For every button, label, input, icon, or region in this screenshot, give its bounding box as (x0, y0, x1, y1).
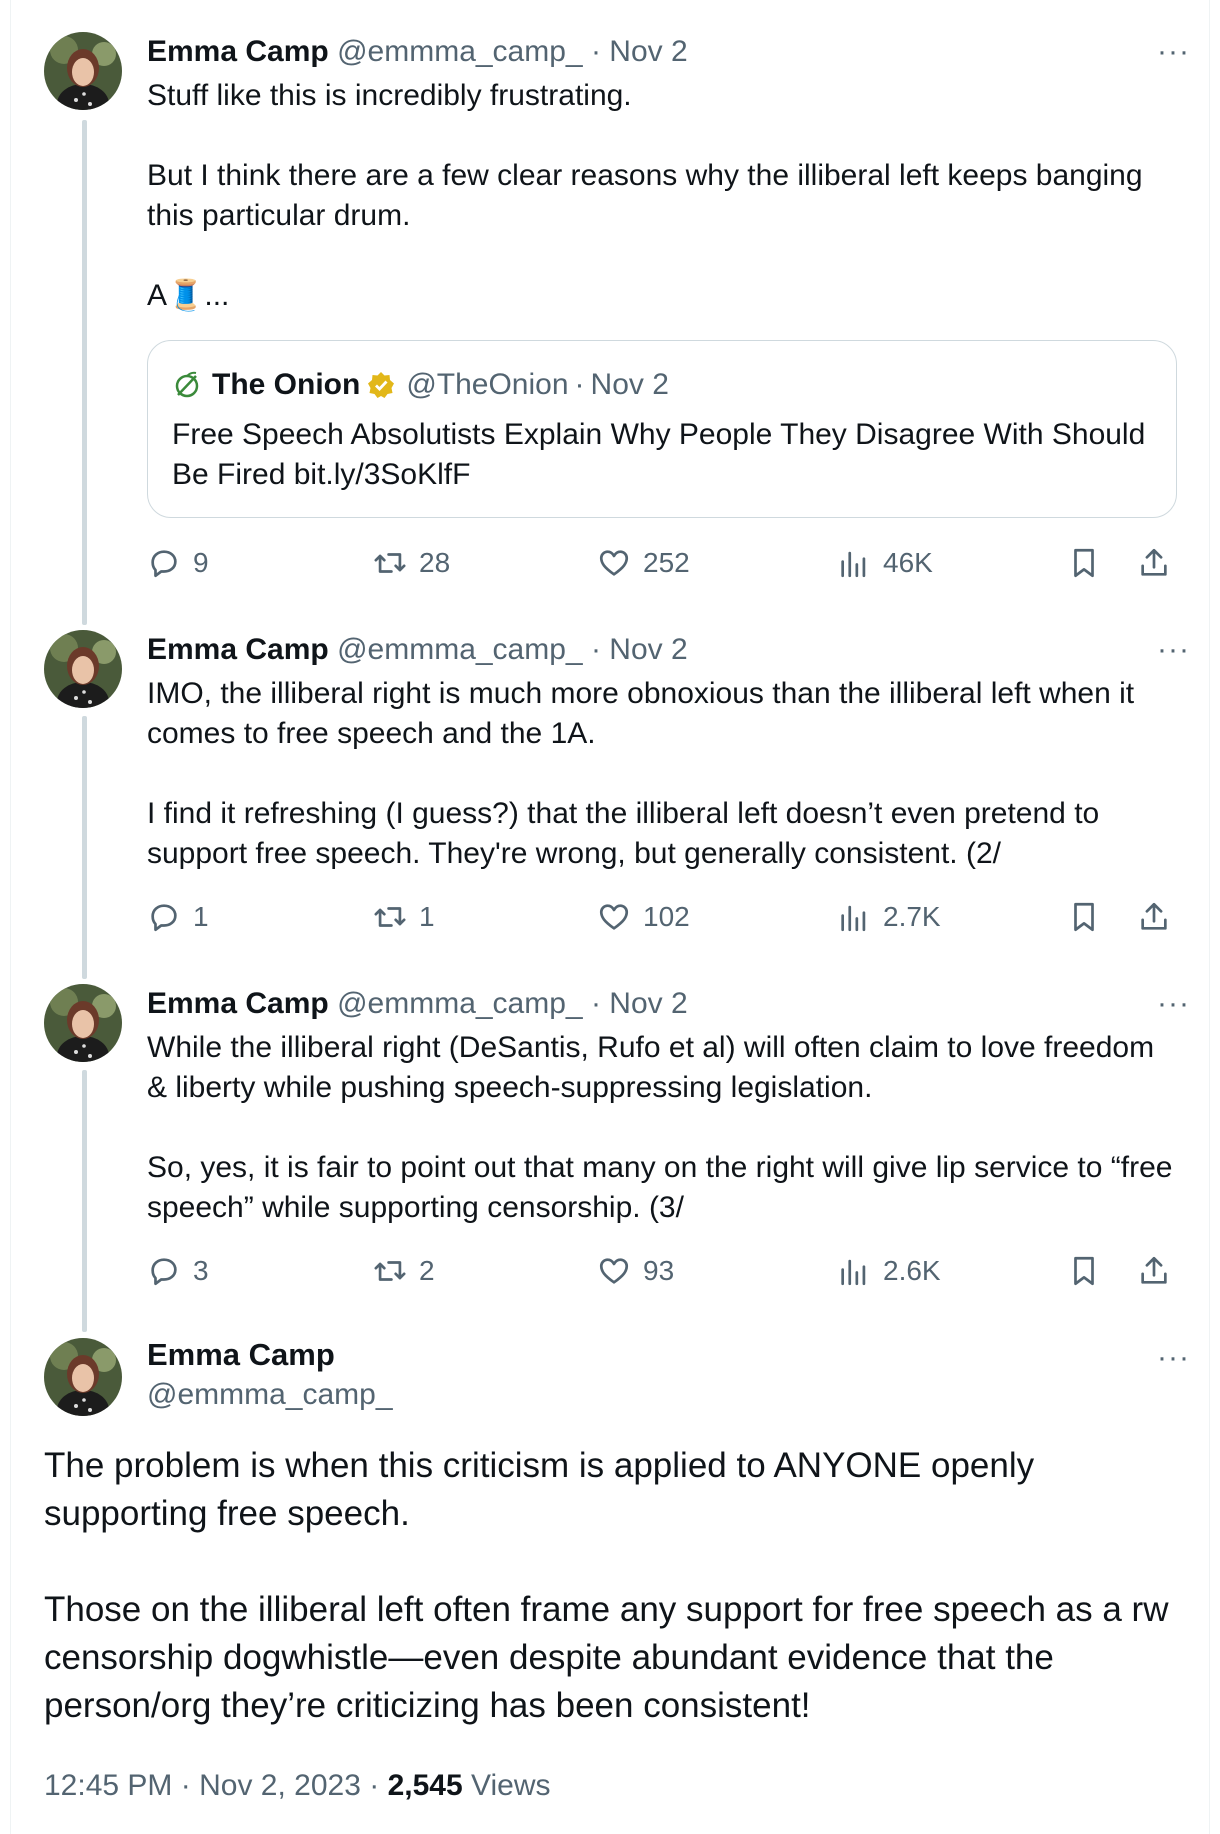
reply-count: 1 (193, 901, 209, 932)
repost-button[interactable]: 2 (373, 1254, 435, 1288)
like-button[interactable]: 252 (597, 546, 690, 580)
repost-button[interactable]: 28 (373, 546, 450, 580)
separator: · (590, 35, 601, 68)
quoted-tweet-text: Free Speech Absolutists Explain Why Peop… (172, 418, 1146, 491)
avatar[interactable] (44, 630, 122, 708)
display-name[interactable]: Emma Camp (147, 987, 329, 1020)
heart-icon (599, 904, 629, 930)
username[interactable]: @emmma_camp_ (337, 987, 583, 1020)
share-button[interactable] (1137, 1254, 1171, 1288)
views-button[interactable]: 46K (837, 546, 933, 580)
tweet-date[interactable]: Nov 2 (609, 35, 687, 68)
separator: · (590, 633, 601, 666)
avatar[interactable] (44, 984, 122, 1062)
thread-connector (82, 1070, 87, 1332)
tweet-text: While the illiberal right (DeSantis, Ruf… (147, 1031, 1173, 1224)
tweet-time[interactable]: 12:45 PM (44, 1769, 172, 1802)
views-button[interactable]: 2.7K (837, 900, 941, 934)
like-button[interactable]: 102 (597, 900, 690, 934)
heart-icon (599, 550, 629, 576)
separator: · (574, 368, 585, 401)
reply-button[interactable]: 1 (147, 900, 209, 934)
bookmark-icon (1074, 548, 1094, 578)
username[interactable]: @emmma_camp_ (337, 35, 583, 68)
display-name[interactable]: Emma Camp (147, 633, 329, 666)
bookmark-icon (1074, 902, 1094, 932)
display-name[interactable]: Emma Camp (147, 35, 329, 68)
quoted-tweet[interactable]: The Onion @TheOnion · Nov 2 Free Speech … (147, 340, 1177, 518)
analytics-icon (841, 905, 866, 932)
share-icon (1141, 902, 1167, 930)
views-label: Views (471, 1769, 551, 1802)
quoted-date: Nov 2 (590, 368, 669, 401)
quoted-display-name: The Onion (212, 368, 361, 401)
thread-connector (82, 120, 87, 625)
tweet-header: Emma Camp @emmma_camp_ · Nov 2 (147, 34, 688, 70)
username[interactable]: @emmma_camp_ (337, 633, 583, 666)
avatar[interactable] (44, 1338, 122, 1416)
tweet-full-date[interactable]: Nov 2, 2023 (199, 1769, 361, 1802)
view-count: 2.6K (883, 1255, 941, 1286)
share-icon (1141, 548, 1167, 576)
tweet-text: Stuff like this is incredibly frustratin… (147, 79, 1143, 312)
separator: · (180, 1769, 191, 1802)
more-options-icon[interactable]: ··· (1157, 989, 1190, 1019)
more-options-icon[interactable]: ··· (1157, 635, 1190, 665)
thread-connector (82, 716, 87, 979)
repost-count: 1 (419, 901, 435, 932)
tweet-date[interactable]: Nov 2 (609, 633, 687, 666)
main-tweet-text: The problem is when this criticism is ap… (44, 1446, 1169, 1725)
reply-count: 9 (193, 547, 209, 578)
username[interactable]: @emmma_camp_ (147, 1377, 393, 1413)
more-options-icon[interactable]: ··· (1157, 37, 1190, 67)
tweet-text: IMO, the illiberal right is much more ob… (147, 677, 1135, 870)
tweet-actions: 1 1 102 2.7K (147, 900, 1183, 940)
like-count: 102 (643, 901, 690, 932)
reply-button[interactable]: 9 (147, 546, 209, 580)
heart-icon (599, 1258, 629, 1284)
quoted-username: @TheOnion (406, 368, 569, 401)
share-button[interactable] (1137, 546, 1171, 580)
view-count: 46K (883, 547, 933, 578)
analytics-icon (841, 551, 866, 578)
views-button[interactable]: 2.6K (837, 1254, 941, 1288)
like-count: 252 (643, 547, 690, 578)
share-button[interactable] (1137, 900, 1171, 934)
tweet-date[interactable]: Nov 2 (609, 987, 687, 1020)
reply-icon (151, 904, 177, 932)
view-count: 2,545 (387, 1769, 463, 1802)
tweet-header: Emma Camp @emmma_camp_ · Nov 2 (147, 986, 688, 1022)
separator: · (369, 1769, 380, 1802)
tweet-actions: 9 28 252 46K (147, 546, 1183, 586)
quoted-tweet-header: The Onion @TheOnion · Nov 2 (172, 367, 669, 403)
analytics-icon (841, 1259, 866, 1286)
like-count: 93 (643, 1255, 675, 1286)
display-name[interactable]: Emma Camp (147, 1337, 335, 1373)
bookmark-button[interactable] (1067, 900, 1101, 934)
bookmark-icon (1074, 1256, 1094, 1286)
separator: · (590, 987, 601, 1020)
tweet-metadata: 12:45 PM · Nov 2, 2023 · 2,545 Views (44, 1768, 550, 1804)
reply-icon (151, 550, 177, 578)
repost-count: 28 (419, 547, 451, 578)
repost-icon (374, 1261, 406, 1281)
repost-icon (374, 907, 406, 927)
repost-icon (374, 553, 406, 573)
onion-logo-icon (175, 371, 199, 398)
tweet-actions: 3 2 93 2.6K (147, 1254, 1183, 1294)
reply-button[interactable]: 3 (147, 1254, 209, 1288)
verified-badge-icon (368, 372, 395, 398)
like-button[interactable]: 93 (597, 1254, 674, 1288)
bookmark-button[interactable] (1067, 546, 1101, 580)
repost-count: 2 (419, 1255, 435, 1286)
view-count: 2.7K (883, 901, 941, 932)
repost-button[interactable]: 1 (373, 900, 435, 934)
reply-count: 3 (193, 1255, 209, 1286)
share-icon (1141, 1256, 1167, 1284)
bookmark-button[interactable] (1067, 1254, 1101, 1288)
more-options-icon[interactable]: ··· (1157, 1343, 1190, 1373)
tweet-header: Emma Camp @emmma_camp_ · Nov 2 (147, 632, 688, 668)
avatar[interactable] (44, 32, 122, 110)
reply-icon (151, 1258, 177, 1286)
